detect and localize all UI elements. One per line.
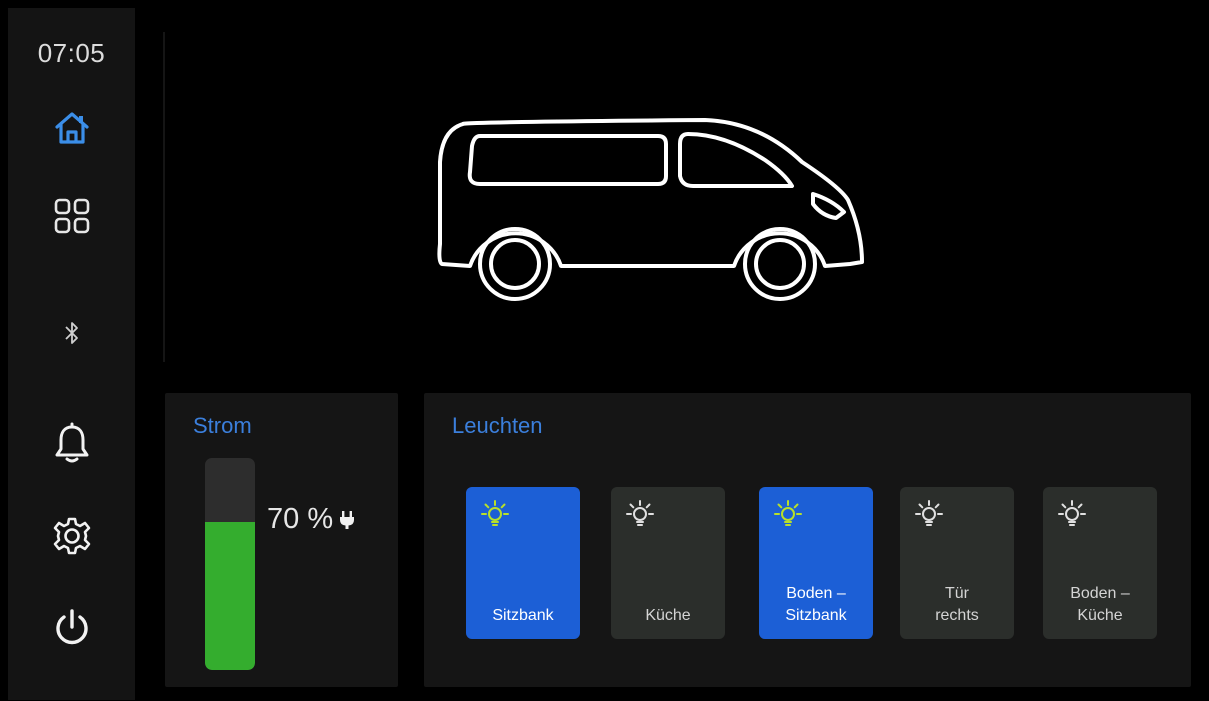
nav-home[interactable] [8, 100, 135, 156]
light-toggle-2[interactable]: Boden – Sitzbank [759, 487, 873, 639]
bulb-icon [915, 500, 943, 526]
bulb-icon [626, 500, 654, 526]
home-icon [54, 112, 89, 144]
clock: 07:05 [37, 38, 106, 68]
leuchten-panel: Leuchten Sitzbank Küche Boden – Sitzbank Tü… [424, 393, 1191, 687]
leuchten-title: Leuchten [452, 413, 543, 438]
grid-icon [54, 198, 89, 234]
battery-percent: 70 % [267, 503, 334, 535]
battery-gauge [205, 458, 255, 670]
app-frame: 07:05 Strom 70 % Leuchten Sitzbank Küche… [0, 0, 1209, 701]
strom-title: Strom [193, 413, 252, 438]
plug-icon [340, 510, 355, 529]
gear-icon [53, 517, 90, 555]
bluetooth-icon [64, 322, 78, 344]
battery-level: 70 % [267, 503, 355, 536]
battery-fill [205, 521, 255, 670]
strom-panel: Strom 70 % [165, 393, 398, 687]
bulb-icon [481, 500, 509, 526]
light-toggle-1[interactable]: Küche [611, 487, 725, 639]
hero-divider [163, 32, 165, 362]
nav-settings[interactable] [8, 508, 135, 564]
bulb-icon [1058, 500, 1086, 526]
nav-apps[interactable] [8, 188, 135, 244]
light-toggle-4[interactable]: Boden – Küche [1043, 487, 1157, 639]
nav-power[interactable] [8, 600, 135, 656]
light-toggle-0[interactable]: Sitzbank [466, 487, 580, 639]
sidebar: 07:05 [8, 8, 135, 700]
light-label: Boden – Sitzbank [785, 585, 847, 624]
bulb-icon [774, 500, 802, 526]
van-icon [437, 118, 864, 301]
light-label: Tür rechts [935, 585, 979, 624]
light-toggle-3[interactable]: Tür rechts [900, 487, 1014, 639]
power-icon [55, 609, 88, 645]
light-label: Boden – Küche [1070, 585, 1130, 624]
bell-icon [55, 422, 88, 463]
light-label: Sitzbank [492, 607, 554, 624]
nav-bluetooth[interactable] [8, 305, 135, 361]
light-label: Küche [645, 607, 691, 624]
nav-notifications[interactable] [8, 415, 135, 471]
